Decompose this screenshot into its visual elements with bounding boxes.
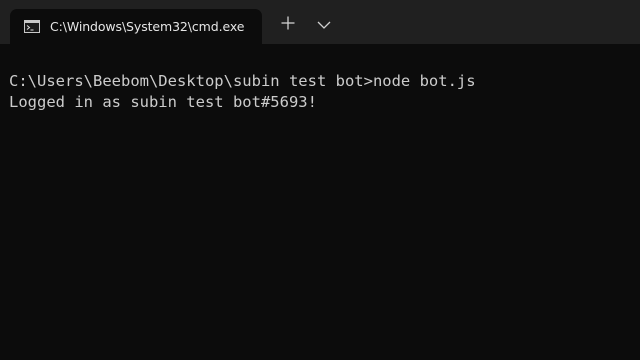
tab-dropdown-button[interactable] [313,14,335,36]
terminal-window: C:\Windows\System32\cmd.exe C:\Users\Bee… [0,0,640,360]
tab-cmd[interactable]: C:\Windows\System32\cmd.exe [10,9,262,44]
title-bar: C:\Windows\System32\cmd.exe [0,0,640,44]
tab-title: C:\Windows\System32\cmd.exe [50,19,245,34]
terminal-line-command: C:\Users\Beebom\Desktop\subin test bot>n… [9,72,476,90]
cmd-icon [24,20,40,33]
terminal-line-output: Logged in as subin test bot#5693! [9,93,317,111]
plus-icon [281,16,295,35]
chevron-down-icon [317,16,331,34]
terminal-output[interactable]: C:\Users\Beebom\Desktop\subin test bot>n… [0,44,640,360]
new-tab-button[interactable] [277,14,299,36]
